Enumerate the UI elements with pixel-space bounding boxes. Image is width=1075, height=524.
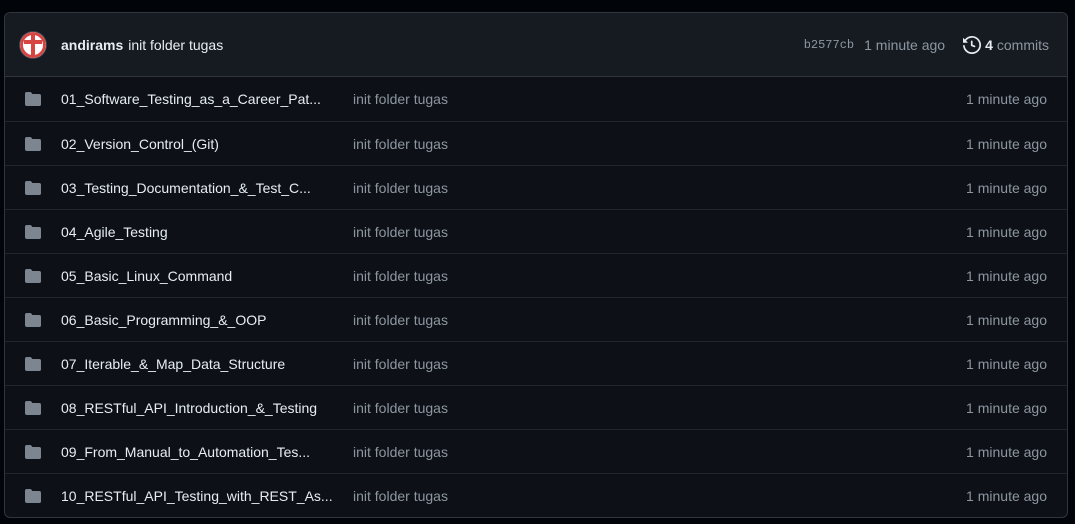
file-commit-message-link[interactable]: init folder tugas xyxy=(353,312,966,328)
folder-name-link[interactable]: 05_Basic_Linux_Command xyxy=(61,268,341,284)
file-commit-message-link[interactable]: init folder tugas xyxy=(353,180,966,196)
file-row[interactable]: 06_Basic_Programming_&_OOP init folder t… xyxy=(5,297,1067,341)
file-commit-message-link[interactable]: init folder tugas xyxy=(353,224,966,240)
folder-icon xyxy=(24,312,42,328)
file-commit-time: 1 minute ago xyxy=(966,179,1047,196)
folder-name-link[interactable]: 01_Software_Testing_as_a_Career_Pat... xyxy=(61,91,341,107)
folder-name-link[interactable]: 07_Iterable_&_Map_Data_Structure xyxy=(61,356,341,372)
folder-name-link[interactable]: 03_Testing_Documentation_&_Test_C... xyxy=(61,180,341,196)
commit-sha-link[interactable]: b2577cb xyxy=(804,38,854,52)
file-commit-message-link[interactable]: init folder tugas xyxy=(353,136,966,152)
file-commit-time: 1 minute ago xyxy=(966,399,1047,416)
folder-icon xyxy=(24,91,42,107)
commit-author-link[interactable]: andirams xyxy=(61,37,123,53)
latest-commit-bar: andirams init folder tugas b2577cb 1 min… xyxy=(5,13,1067,77)
file-commit-message-link[interactable]: init folder tugas xyxy=(353,488,966,504)
folder-name-link[interactable]: 09_From_Manual_to_Automation_Tes... xyxy=(61,444,341,460)
file-browser: andirams init folder tugas b2577cb 1 min… xyxy=(4,12,1068,518)
file-commit-message-link[interactable]: init folder tugas xyxy=(353,356,966,372)
folder-name-link[interactable]: 06_Basic_Programming_&_OOP xyxy=(61,312,341,328)
file-commit-time: 1 minute ago xyxy=(966,135,1047,152)
folder-icon xyxy=(24,400,42,416)
file-commit-time: 1 minute ago xyxy=(966,91,1047,107)
folder-name-link[interactable]: 08_RESTful_API_Introduction_&_Testing xyxy=(61,400,341,416)
folder-icon xyxy=(24,136,42,152)
file-row[interactable]: 10_RESTful_API_Testing_with_REST_As... i… xyxy=(5,473,1067,517)
folder-icon xyxy=(24,444,42,460)
folder-icon xyxy=(24,268,42,284)
file-row[interactable]: 05_Basic_Linux_Command init folder tugas… xyxy=(5,253,1067,297)
commit-time: 1 minute ago xyxy=(864,36,946,53)
file-row[interactable]: 03_Testing_Documentation_&_Test_C... ini… xyxy=(5,165,1067,209)
file-row[interactable]: 08_RESTful_API_Introduction_&_Testing in… xyxy=(5,385,1067,429)
file-row[interactable]: 07_Iterable_&_Map_Data_Structure init fo… xyxy=(5,341,1067,385)
avatar[interactable] xyxy=(20,31,46,58)
commit-message-link[interactable]: init folder tugas xyxy=(128,37,223,53)
file-commit-message-link[interactable]: init folder tugas xyxy=(353,91,966,107)
avatar-cross-vertical xyxy=(31,34,35,55)
file-commit-message-link[interactable]: init folder tugas xyxy=(353,268,966,284)
avatar-cross-horizontal xyxy=(24,39,42,44)
file-commit-message-link[interactable]: init folder tugas xyxy=(353,444,966,460)
folder-icon xyxy=(24,356,42,372)
file-commit-message-link[interactable]: init folder tugas xyxy=(353,400,966,416)
folder-icon xyxy=(24,180,42,196)
file-commit-time: 1 minute ago xyxy=(966,355,1047,372)
folder-name-link[interactable]: 04_Agile_Testing xyxy=(61,224,341,240)
history-icon xyxy=(963,35,982,54)
file-row[interactable]: 04_Agile_Testing init folder tugas 1 min… xyxy=(5,209,1067,253)
file-commit-time: 1 minute ago xyxy=(966,311,1047,328)
file-row[interactable]: 02_Version_Control_(Git) init folder tug… xyxy=(5,121,1067,165)
folder-name-link[interactable]: 02_Version_Control_(Git) xyxy=(61,136,341,152)
file-commit-time: 1 minute ago xyxy=(966,487,1047,504)
file-commit-time: 1 minute ago xyxy=(966,267,1047,284)
file-list: 01_Software_Testing_as_a_Career_Pat... i… xyxy=(5,77,1067,517)
file-commit-time: 1 minute ago xyxy=(966,443,1047,460)
commits-count: 4 xyxy=(985,36,993,53)
folder-icon xyxy=(24,224,42,240)
commits-label: commits xyxy=(996,36,1049,53)
commits-history-link[interactable]: 4 commits xyxy=(963,35,1049,54)
file-row[interactable]: 01_Software_Testing_as_a_Career_Pat... i… xyxy=(5,77,1067,121)
file-row[interactable]: 09_From_Manual_to_Automation_Tes... init… xyxy=(5,429,1067,473)
folder-name-link[interactable]: 10_RESTful_API_Testing_with_REST_As... xyxy=(61,488,341,504)
file-commit-time: 1 minute ago xyxy=(966,223,1047,240)
folder-icon xyxy=(24,488,42,504)
